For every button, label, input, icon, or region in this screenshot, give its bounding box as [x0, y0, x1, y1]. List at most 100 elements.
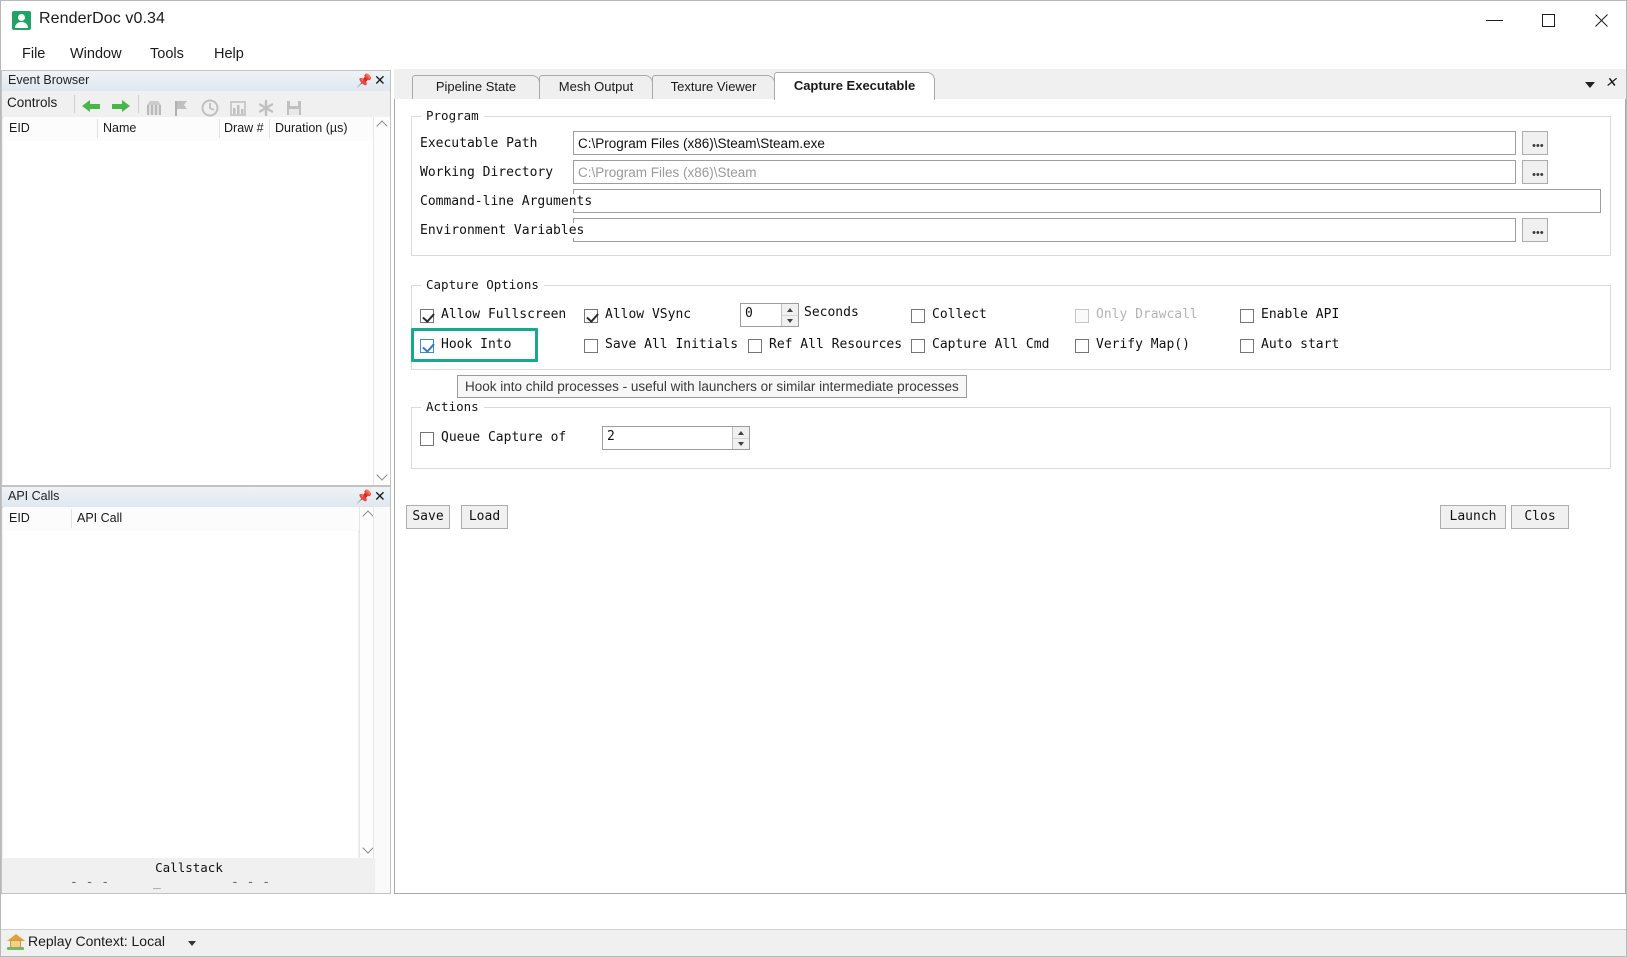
hook-into-tooltip: Hook into child processes - useful with … — [457, 375, 967, 398]
command-line-arguments-input[interactable] — [573, 189, 1601, 213]
home-icon — [7, 934, 25, 950]
tab-label: Capture Executable — [793, 78, 916, 93]
tab-label: Pipeline State — [435, 79, 517, 94]
replay-context-label[interactable]: Replay Context: Local — [28, 933, 165, 949]
executable-path-browse-button[interactable]: ••• — [1522, 131, 1548, 155]
checkbox-label: Allow VSync — [605, 307, 692, 322]
save-icon[interactable] — [284, 95, 304, 115]
controls-label: Controls — [7, 95, 58, 110]
checkbox-box — [1075, 309, 1089, 323]
tab-pipeline-state[interactable]: Pipeline State — [412, 75, 540, 99]
histogram-icon[interactable] — [228, 95, 248, 116]
environment-variables-browse-button[interactable]: ••• — [1522, 218, 1548, 242]
spinner-down-icon[interactable] — [733, 438, 749, 449]
pin-icon[interactable]: 📌 — [350, 72, 372, 90]
api-calls-outer-scrollbar[interactable] — [373, 507, 390, 893]
column-duration[interactable]: Duration (µs) — [275, 121, 348, 135]
main-tab-pane: Pipeline State Mesh Output Texture Viewe… — [394, 69, 1626, 894]
minimize-button[interactable] — [1471, 1, 1519, 39]
renderdoc-logo-icon — [12, 11, 31, 30]
checkbox-box — [420, 432, 434, 446]
back-arrow-icon[interactable] — [82, 95, 102, 114]
menu-tools[interactable]: Tools — [144, 44, 190, 65]
checkbox-box — [1075, 339, 1089, 353]
checkbox-label: Save All Initials — [605, 337, 739, 352]
maximize-button[interactable] — [1525, 1, 1573, 39]
launch-button[interactable]: Launch — [1440, 505, 1506, 529]
spinner-buttons[interactable] — [781, 304, 798, 326]
menu-file[interactable]: File — [16, 44, 51, 65]
checkbox-label: Ref All Resources — [769, 337, 903, 352]
checkbox-box — [748, 339, 762, 353]
callstack-splitter[interactable]: Callstack — [3, 858, 375, 880]
bookmark-icon[interactable] — [144, 95, 164, 115]
api-calls-list[interactable] — [3, 531, 358, 858]
save-button[interactable]: Save — [406, 505, 450, 529]
actions-group-title: Actions — [421, 399, 484, 414]
column-draw-num[interactable]: Draw # — [224, 121, 264, 135]
environment-variables-label: Environment Variables — [420, 223, 585, 238]
checkbox-label: Collect — [932, 307, 987, 322]
api-calls-title: API Calls — [8, 489, 60, 503]
spinner-down-icon[interactable] — [782, 315, 798, 326]
menu-window[interactable]: Window — [64, 44, 128, 65]
pin-icon[interactable]: 📌 — [350, 488, 372, 506]
chevron-down-icon[interactable] — [188, 941, 196, 946]
column-eid[interactable]: EID — [9, 511, 30, 525]
event-browser-toolbar: Controls — [2, 91, 390, 118]
queue-capture-value: 2 — [607, 429, 615, 444]
scroll-up-icon[interactable] — [374, 117, 390, 134]
checkbox-box — [911, 309, 925, 323]
queue-capture-frame-spinner[interactable]: 2 — [602, 426, 750, 450]
capture-options-group-title: Capture Options — [421, 277, 544, 292]
status-bar: Replay Context: Local — [1, 929, 1626, 956]
close-window-button[interactable] — [1577, 1, 1625, 39]
spinner-buttons[interactable] — [732, 427, 749, 449]
forward-arrow-icon[interactable] — [110, 95, 130, 114]
checkbox-label: Hook Into — [441, 337, 512, 352]
event-browser-list[interactable] — [3, 141, 374, 485]
callstack-label: Callstack — [155, 860, 223, 875]
callstack-grip[interactable]: - - - _ - - - — [3, 875, 375, 893]
checkbox-box — [911, 339, 925, 353]
executable-path-input[interactable] — [573, 131, 1516, 155]
checkbox-box — [1240, 339, 1254, 353]
flag-icon[interactable] — [172, 95, 192, 116]
close-icon[interactable]: ✕ — [1602, 73, 1620, 91]
checkbox-label: Verify Map() — [1096, 337, 1190, 352]
close-icon[interactable]: ✕ — [370, 72, 388, 90]
load-button[interactable]: Load — [461, 505, 508, 529]
delay-seconds-label: Seconds — [804, 305, 859, 320]
menu-bar: File Window Tools Help — [1, 40, 1626, 69]
menu-help[interactable]: Help — [208, 44, 250, 65]
checkbox-label: Enable API — [1261, 307, 1340, 322]
checkbox-box — [584, 339, 598, 353]
working-directory-browse-button[interactable]: ••• — [1522, 160, 1548, 184]
event-browser-titlebar: Event Browser 📌 ✕ — [2, 71, 390, 92]
timeline-icon[interactable] — [200, 95, 220, 117]
column-name[interactable]: Name — [103, 121, 136, 135]
tab-mesh-output[interactable]: Mesh Output — [539, 75, 653, 99]
tab-texture-viewer[interactable]: Texture Viewer — [652, 75, 775, 99]
api-calls-panel: API Calls 📌 ✕ EID API Call Callstack - -… — [1, 486, 391, 894]
command-line-arguments-label: Command-line Arguments — [420, 194, 593, 209]
close-icon[interactable]: ✕ — [370, 488, 388, 506]
close-button[interactable]: Clos — [1511, 505, 1569, 529]
event-browser-scrollbar[interactable] — [373, 117, 390, 485]
checkbox-label: Queue Capture of — [441, 430, 567, 445]
event-browser-title: Event Browser — [8, 73, 90, 87]
column-eid[interactable]: EID — [9, 121, 30, 135]
tab-capture-executable[interactable]: Capture Executable — [774, 72, 935, 100]
checkbox-box — [420, 339, 434, 353]
asterisk-icon[interactable] — [256, 95, 276, 117]
environment-variables-input[interactable] — [573, 218, 1516, 242]
tab-label: Texture Viewer — [670, 79, 757, 94]
delay-seconds-spinner[interactable]: 0 — [740, 303, 799, 327]
checkbox-label: Capture All Cmd — [932, 337, 1050, 352]
executable-path-label: Executable Path — [420, 136, 538, 151]
column-api-call[interactable]: API Call — [77, 511, 122, 525]
scroll-down-icon[interactable] — [374, 468, 390, 485]
actions-group: Actions Queue Capture of 2 — [411, 399, 1611, 469]
working-directory-input[interactable] — [573, 160, 1516, 184]
chevron-down-icon[interactable] — [1581, 75, 1599, 93]
